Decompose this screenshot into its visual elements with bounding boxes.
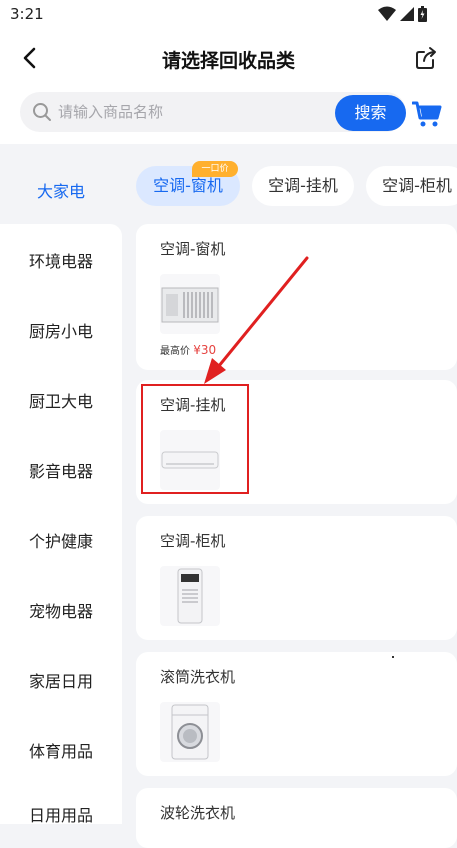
annotation-arrow-icon (204, 256, 309, 384)
stray-dot (392, 656, 394, 658)
